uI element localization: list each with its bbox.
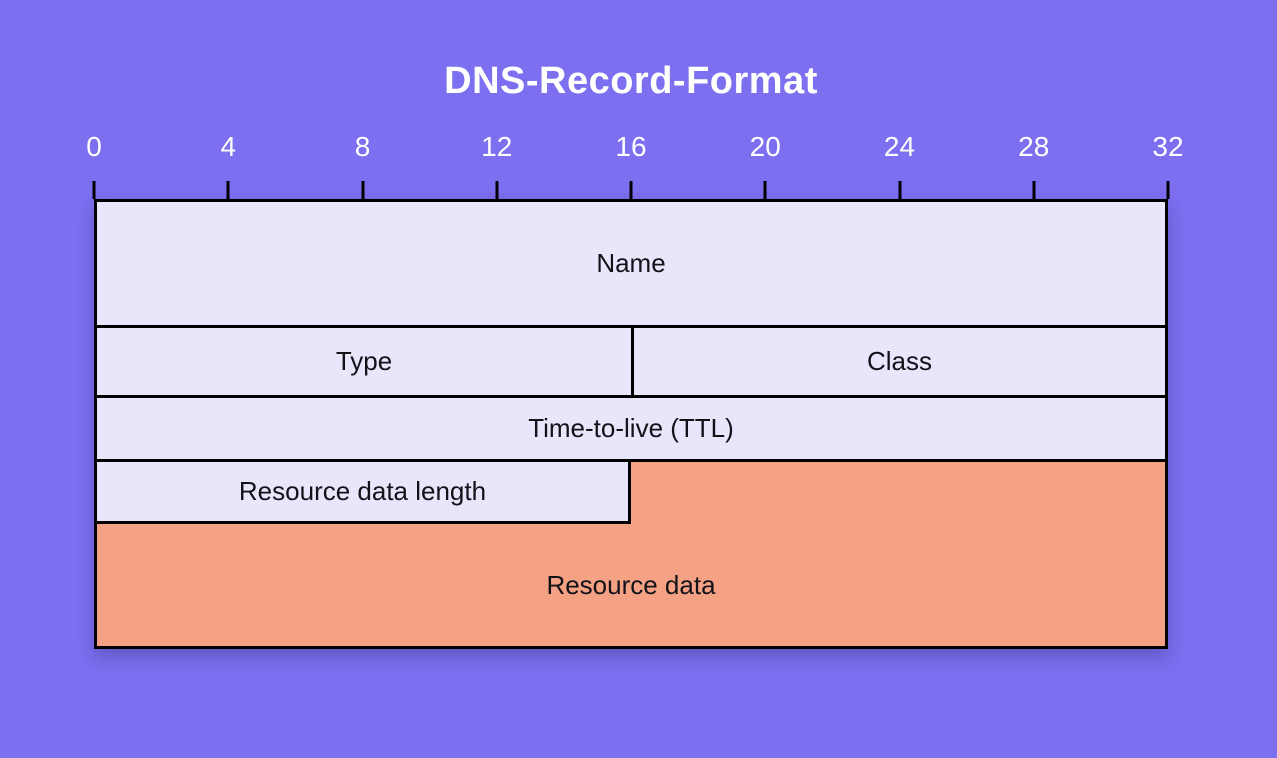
row-rdlength: Resource data length bbox=[97, 459, 1165, 524]
field-rdata: Resource data bbox=[97, 524, 1165, 646]
row-ttl: Time-to-live (TTL) bbox=[97, 395, 1165, 459]
field-rdlength: Resource data length bbox=[97, 459, 631, 524]
ruler-tick-16: 16 bbox=[615, 131, 646, 163]
field-class: Class bbox=[631, 325, 1165, 395]
ruler-tick-0: 0 bbox=[86, 131, 102, 163]
row-type-class: Type Class bbox=[97, 325, 1165, 395]
ruler-tick-32: 32 bbox=[1152, 131, 1183, 163]
bit-ruler: 0 4 8 12 16 20 24 28 32 bbox=[94, 131, 1168, 199]
field-name: Name bbox=[97, 199, 1165, 325]
field-type: Type bbox=[97, 325, 631, 395]
record-grid: Name Type Class Time-to-live (TTL) Resou… bbox=[94, 199, 1168, 649]
ruler-tick-24: 24 bbox=[884, 131, 915, 163]
ruler-tick-28: 28 bbox=[1018, 131, 1049, 163]
diagram-title: DNS-Record-Format bbox=[94, 60, 1168, 103]
ruler-tick-marks bbox=[94, 181, 1168, 199]
field-rdata-upper bbox=[631, 459, 1165, 524]
ruler-tick-8: 8 bbox=[355, 131, 371, 163]
diagram-container: DNS-Record-Format 0 4 8 12 16 20 24 28 3… bbox=[94, 60, 1168, 649]
ruler-tick-12: 12 bbox=[481, 131, 512, 163]
ruler-tick-20: 20 bbox=[750, 131, 781, 163]
row-name: Name bbox=[97, 199, 1165, 325]
field-ttl: Time-to-live (TTL) bbox=[97, 395, 1165, 459]
ruler-tick-4: 4 bbox=[220, 131, 236, 163]
